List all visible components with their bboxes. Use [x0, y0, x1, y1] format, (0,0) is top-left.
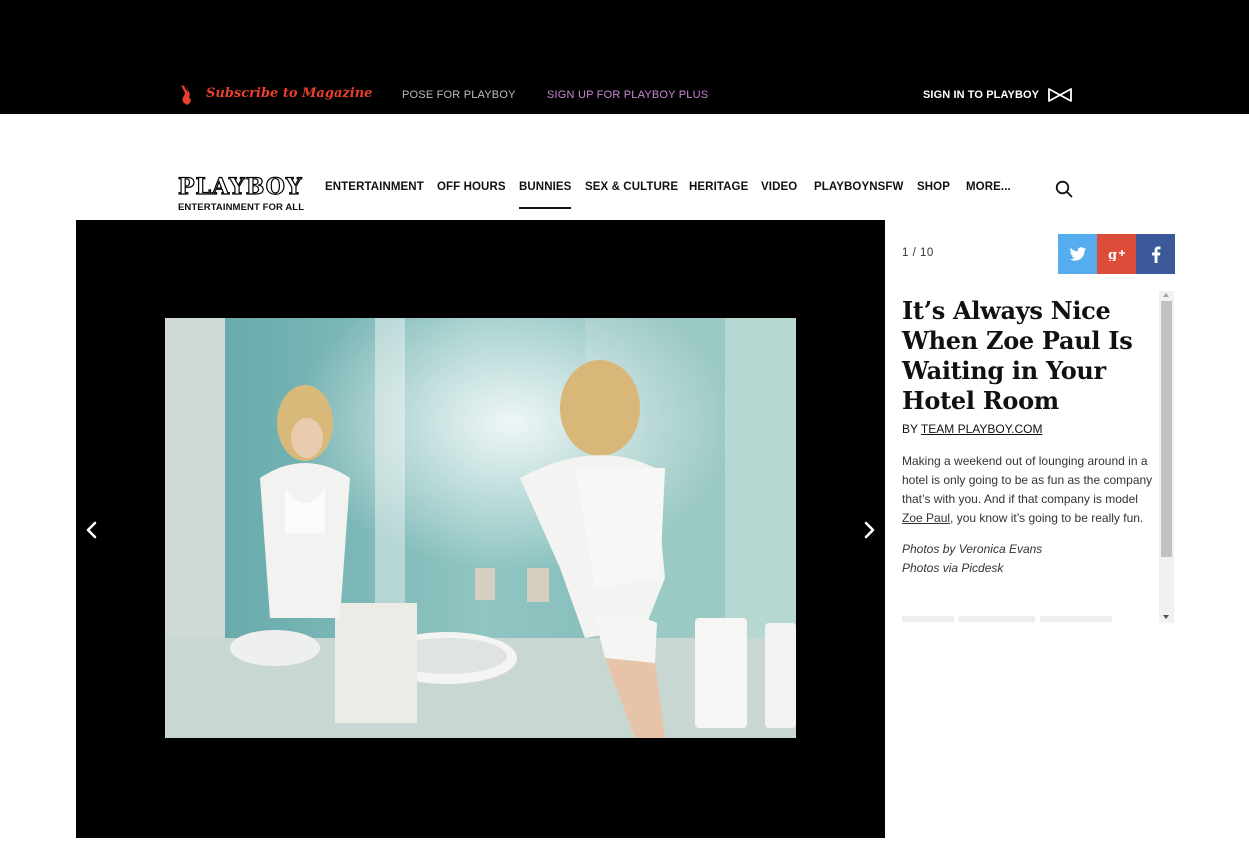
scrollbar-thumb[interactable] [1161, 301, 1172, 557]
previous-photo-button[interactable] [82, 520, 102, 540]
share-twitter-button[interactable] [1058, 234, 1097, 274]
playboy-plus-link[interactable]: SIGN UP FOR PLAYBOY PLUS [547, 89, 708, 101]
nav-playboynsfw[interactable]: PLAYBOYNSFW [814, 181, 904, 195]
nav-bunnies[interactable]: BUNNIES [519, 181, 572, 209]
pose-for-playboy-link[interactable]: POSE FOR PLAYBOY [402, 89, 516, 101]
bowtie-icon[interactable] [1048, 88, 1072, 102]
twitter-icon [1069, 246, 1086, 261]
nav-sex-culture[interactable]: SEX & CULTURE [585, 181, 678, 195]
tag-item[interactable] [959, 616, 1035, 622]
site-logo[interactable]: PLAYBOY ENTERTAINMENT FOR ALL [177, 174, 305, 213]
top-bar-row: Subscribe to Magazine POSE FOR PLAYBOY S… [0, 84, 1249, 108]
photo-credits: Photos by Veronica Evans Photos via Picd… [902, 540, 1154, 578]
byline: BY TEAM PLAYBOY.COM [902, 422, 1154, 436]
nav-shop[interactable]: SHOP [917, 181, 950, 195]
description-text-end: , you know it’s going to be really fun. [950, 511, 1144, 525]
nav-more[interactable]: MORE... [966, 181, 1011, 195]
photographer-credit: Photos by Veronica Evans [902, 542, 1043, 556]
nav-off-hours[interactable]: OFF HOURS [437, 181, 506, 195]
next-photo-button[interactable] [859, 520, 879, 540]
photo-gallery [76, 220, 885, 838]
sign-in-link[interactable]: SIGN IN TO PLAYBOY [923, 89, 1039, 101]
share-facebook-button[interactable] [1136, 234, 1175, 274]
scroll-up-icon[interactable] [1163, 293, 1169, 297]
description-text-start: Making a weekend out of lounging around … [902, 454, 1153, 506]
facebook-icon [1151, 246, 1160, 263]
slide-counter: 1 / 10 [902, 247, 934, 259]
subscribe-link[interactable]: Subscribe to Magazine [206, 86, 372, 101]
model-link[interactable]: Zoe Paul [902, 511, 950, 525]
scroll-down-icon[interactable] [1163, 615, 1169, 619]
tag-item[interactable] [1040, 616, 1112, 622]
search-icon[interactable] [1055, 180, 1073, 198]
bunny-logo-icon[interactable] [178, 84, 196, 106]
article-description: Making a weekend out of lounging around … [902, 452, 1154, 528]
author-link[interactable]: TEAM PLAYBOY.COM [921, 422, 1043, 436]
source-credit: Photos via Picdesk [902, 561, 1004, 575]
logo-tagline: ENTERTAINMENT FOR ALL [178, 202, 305, 213]
byline-prefix: BY [902, 422, 918, 436]
article-scrollbar[interactable] [1159, 291, 1174, 623]
google-plus-icon: g [1108, 248, 1125, 261]
top-bar: Subscribe to Magazine POSE FOR PLAYBOY S… [0, 0, 1249, 114]
gallery-photo[interactable] [165, 318, 796, 738]
svg-text:g: g [1108, 248, 1117, 261]
nav-heritage[interactable]: HERITAGE [689, 181, 748, 195]
logo-wordmark: PLAYBOY [177, 174, 303, 200]
nav-entertainment[interactable]: ENTERTAINMENT [325, 181, 424, 195]
article-title: It’s Always Nice When Zoe Paul Is Waitin… [902, 296, 1133, 415]
tag-item[interactable] [902, 616, 954, 622]
nav-video[interactable]: VIDEO [761, 181, 797, 195]
article-panel: It’s Always Nice When Zoe Paul Is Waitin… [902, 296, 1154, 578]
share-google-plus-button[interactable]: g [1097, 234, 1136, 274]
